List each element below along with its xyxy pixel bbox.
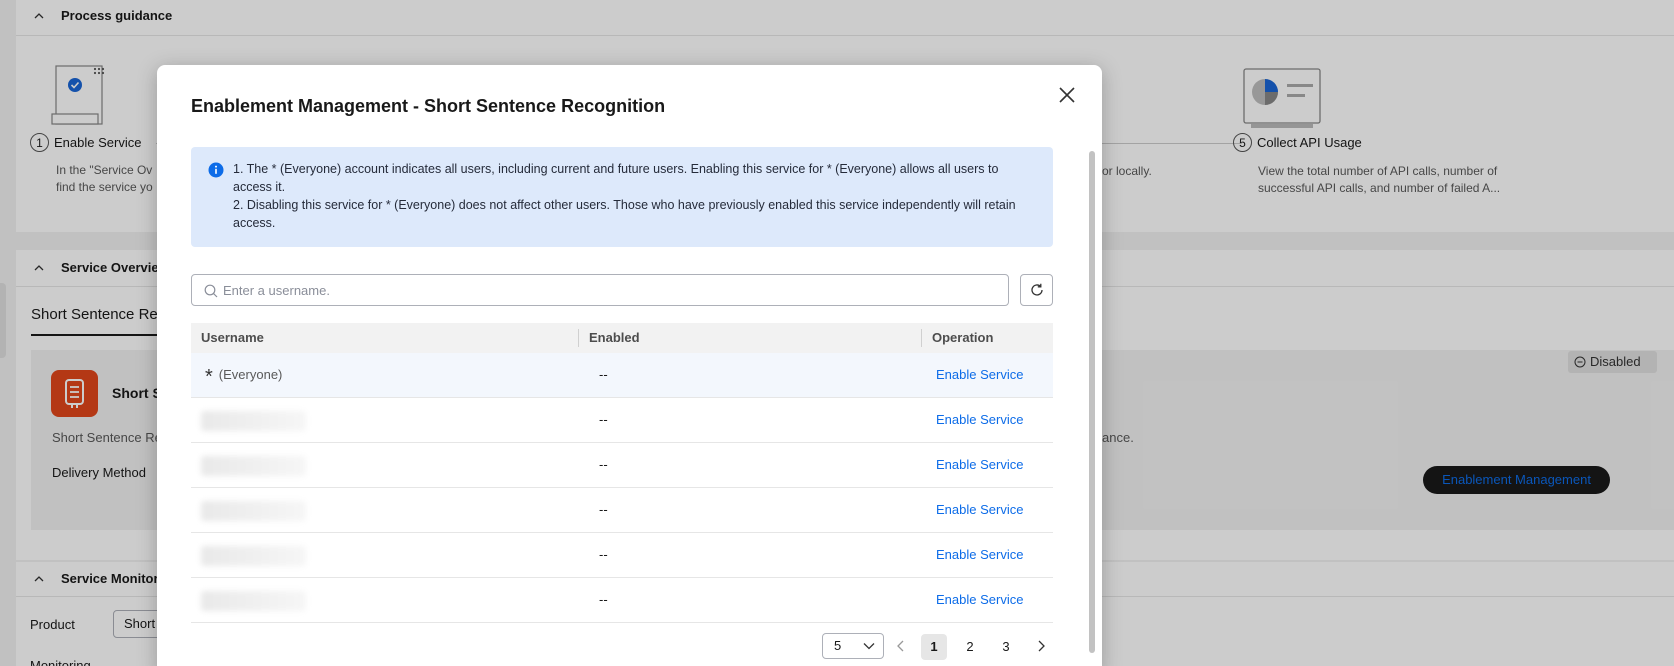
enable-service-link[interactable]: Enable Service [936, 578, 1023, 622]
enable-service-link[interactable]: Enable Service [936, 443, 1023, 487]
enablement-modal: Enablement Management - Short Sentence R… [157, 65, 1102, 666]
table-row: -- Enable Service [191, 443, 1053, 488]
blurred-username [201, 591, 306, 611]
everyone-star: * [205, 366, 213, 388]
info-line-2: 2. Disabling this service for * (Everyon… [233, 198, 1016, 230]
page-2-button[interactable]: 2 [957, 634, 983, 660]
info-text: 1. The * (Everyone) account indicates al… [233, 160, 1033, 232]
refresh-icon [1030, 283, 1043, 296]
users-table: Username Enabled Operation * (Everyone) -… [191, 323, 1053, 623]
column-operation: Operation [932, 330, 994, 345]
chevron-down-icon [863, 643, 875, 650]
modal-scrollbar[interactable] [1089, 151, 1095, 653]
refresh-button[interactable] [1020, 274, 1053, 306]
blurred-username [201, 546, 306, 566]
enabled-cell: -- [599, 367, 608, 382]
page-size-value: 5 [834, 638, 842, 653]
search-icon [204, 284, 218, 298]
blurred-username [201, 411, 306, 431]
modal-title: Enablement Management - Short Sentence R… [191, 96, 666, 116]
info-notice: 1. The * (Everyone) account indicates al… [191, 147, 1053, 247]
search-box [191, 274, 1009, 306]
table-row: -- Enable Service [191, 488, 1053, 533]
enabled-cell: -- [599, 502, 608, 517]
info-icon [208, 162, 224, 178]
username-text: (Everyone) [218, 367, 283, 382]
close-icon[interactable] [1054, 82, 1080, 108]
enabled-cell: -- [599, 457, 608, 472]
chevron-right-icon[interactable] [1033, 638, 1049, 654]
enable-service-link[interactable]: Enable Service [936, 353, 1023, 397]
table-row: -- Enable Service [191, 578, 1053, 623]
blurred-username [201, 456, 306, 476]
chevron-left-icon[interactable] [893, 638, 909, 654]
username-cell: * (Everyone) [205, 353, 282, 397]
table-row: * (Everyone) -- Enable Service [191, 353, 1053, 398]
enable-service-link[interactable]: Enable Service [936, 533, 1023, 577]
table-row: -- Enable Service [191, 398, 1053, 443]
info-line-1: 1. The * (Everyone) account indicates al… [233, 162, 999, 194]
page-1-button[interactable]: 1 [921, 634, 947, 660]
enabled-cell: -- [599, 547, 608, 562]
enabled-cell: -- [599, 412, 608, 427]
enable-service-link[interactable]: Enable Service [936, 398, 1023, 442]
page-3-button[interactable]: 3 [993, 634, 1019, 660]
enable-service-link[interactable]: Enable Service [936, 488, 1023, 532]
table-header: Username Enabled Operation [191, 323, 1053, 353]
enabled-cell: -- [599, 592, 608, 607]
blurred-username [201, 501, 306, 521]
table-row: -- Enable Service [191, 533, 1053, 578]
column-enabled: Enabled [589, 330, 640, 345]
column-username: Username [201, 330, 264, 345]
username-search-input[interactable] [223, 276, 993, 304]
page-size-select[interactable]: 5 [822, 633, 884, 659]
